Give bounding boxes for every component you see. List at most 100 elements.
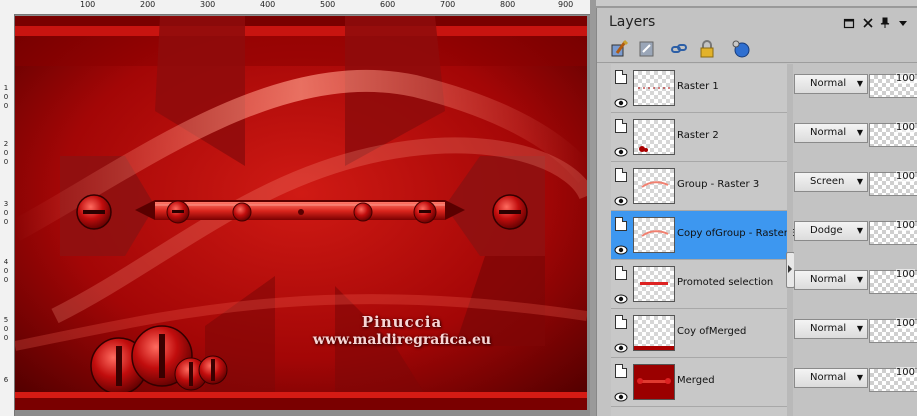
chevron-down-icon: ▼ [856,275,864,284]
ruler-label: 0 [3,149,9,157]
ruler-label: 800 [500,0,516,9]
ruler-label: 400 [260,0,276,9]
chevron-down-icon: ▼ [856,373,864,382]
opacity-field[interactable]: 100 [869,318,917,343]
blend-mode-dropdown[interactable]: Normal ▼ [794,319,868,339]
layers-panel: Layers Raster 1 Raster 2 Group - Raster … [596,8,917,416]
layer-type-icon [615,266,627,280]
blend-mode-value: Normal [810,274,847,285]
blend-mode-value: Normal [810,127,847,138]
opacity-field[interactable]: 100 [869,171,917,196]
ruler-label: 600 [380,0,396,9]
layer-row-coy-of-merged[interactable]: Coy ofMerged [611,309,787,358]
ruler-label: 0 [3,267,9,275]
horizontal-ruler: 100 200 300 400 500 600 700 800 900 [0,0,590,15]
eye-icon[interactable] [614,338,628,353]
layer-thumbnail [633,168,675,204]
layer-props-row: Dodge ▼ 100 [794,211,917,259]
edit-layer-icon[interactable] [609,39,629,59]
ruler-label: 300 [200,0,216,9]
eye-icon[interactable] [614,387,628,402]
layer-properties-column: Normal ▼ 100 Normal ▼ 100 Screen ▼ 100 Dodg… [794,64,917,416]
eye-icon[interactable] [614,289,628,304]
layer-row-copy-of-group-raster-3[interactable]: Copy ofGroup - Raster 3 [611,211,797,260]
layer-type-icon [615,315,627,329]
history-panel-edge [596,0,917,7]
blend-mode-dropdown[interactable]: Normal ▼ [794,368,868,388]
pin-icon[interactable] [879,17,891,29]
panel-title: Layers [609,14,656,30]
watermark-name: Pinuccia [361,313,443,331]
eye-icon[interactable] [614,240,628,255]
ruler-label: 700 [440,0,456,9]
layer-props-row: Normal ▼ 100 [794,64,917,112]
watermark: Pinuccia www.maldiregrafica.eu [292,313,512,348]
layer-name: Copy ofGroup - Raster 3 [677,228,798,239]
canvas-area[interactable]: 100 200 300 400 500 600 700 800 900 1 0 … [0,0,590,416]
opacity-field[interactable]: 100 [869,269,917,294]
opacity-field[interactable]: 100 [869,367,917,392]
layers-toolbar [597,36,917,63]
panel-header: Layers [597,8,917,36]
ruler-label: 0 [3,93,9,101]
ruler-label: 0 [3,325,9,333]
opacity-value: 100 [895,269,915,280]
mask-icon[interactable] [731,39,751,59]
ruler-label: 0 [3,276,9,284]
watermark-url: www.maldiregrafica.eu [312,332,492,348]
ruler-label: 200 [140,0,156,9]
ruler-label: 1 [3,84,9,92]
opacity-field[interactable]: 100 [869,220,917,245]
ruler-label: 0 [3,209,9,217]
eye-icon[interactable] [614,93,628,108]
eye-icon[interactable] [614,191,628,206]
layer-row-group-raster-3[interactable]: Group - Raster 3 [611,162,787,211]
layer-row-merged[interactable]: Merged [611,358,787,407]
layer-type-icon [615,364,627,378]
chevron-down-icon: ▼ [856,177,864,186]
layer-props-row: Normal ▼ 100 [794,113,917,161]
opacity-value: 100 [895,318,915,329]
layer-row-raster-1[interactable]: Raster 1 [611,64,787,113]
link-icon[interactable] [669,39,689,59]
layer-name: Promoted selection [677,277,774,288]
layer-thumbnail [633,266,675,302]
opacity-value: 100 [895,122,915,133]
layer-name: Coy ofMerged [677,326,747,337]
layer-row-raster-2[interactable]: Raster 2 [611,113,787,162]
blend-mode-dropdown[interactable]: Normal ▼ [794,270,868,290]
ruler-label: 900 [558,0,574,9]
layer-thumbnail [633,217,675,253]
blend-mode-dropdown[interactable]: Normal ▼ [794,123,868,143]
lock-icon[interactable] [697,39,717,59]
ruler-label: 0 [3,334,9,342]
layer-props-row: Normal ▼ 100 [794,309,917,357]
chevron-down-icon: ▼ [856,128,864,137]
chevron-down-icon: ▼ [856,324,864,333]
layer-type-icon [615,168,627,182]
menu-icon[interactable] [897,17,909,29]
restore-icon[interactable] [843,17,855,29]
layer-row-promoted-selection[interactable]: Promoted selection [611,260,787,309]
ruler-label: 6 [3,376,9,384]
opacity-value: 100 [895,171,915,182]
layer-name: Raster 1 [677,81,719,92]
ruler-label: 4 [3,258,9,266]
ruler-label: 0 [3,102,9,110]
blend-mode-dropdown[interactable]: Dodge ▼ [794,221,868,241]
opacity-field[interactable]: 100 [869,122,917,147]
eye-icon[interactable] [614,142,628,157]
blend-mode-dropdown[interactable]: Normal ▼ [794,74,868,94]
ruler-label: 500 [320,0,336,9]
blend-mode-value: Dodge [810,225,843,236]
ruler-label: 0 [3,218,9,226]
layer-list: Raster 1 Raster 2 Group - Raster 3 Copy … [611,64,797,416]
layer-props-row: Screen ▼ 100 [794,162,917,210]
image-canvas[interactable]: Pinuccia www.maldiregrafica.eu [15,16,587,410]
blend-mode-dropdown[interactable]: Screen ▼ [794,172,868,192]
layer-thumbnail [633,315,675,351]
opacity-field[interactable]: 100 [869,73,917,98]
close-icon[interactable] [862,17,874,29]
layer-props-row: Normal ▼ 100 [794,358,917,406]
layer-properties-icon[interactable] [637,39,657,59]
